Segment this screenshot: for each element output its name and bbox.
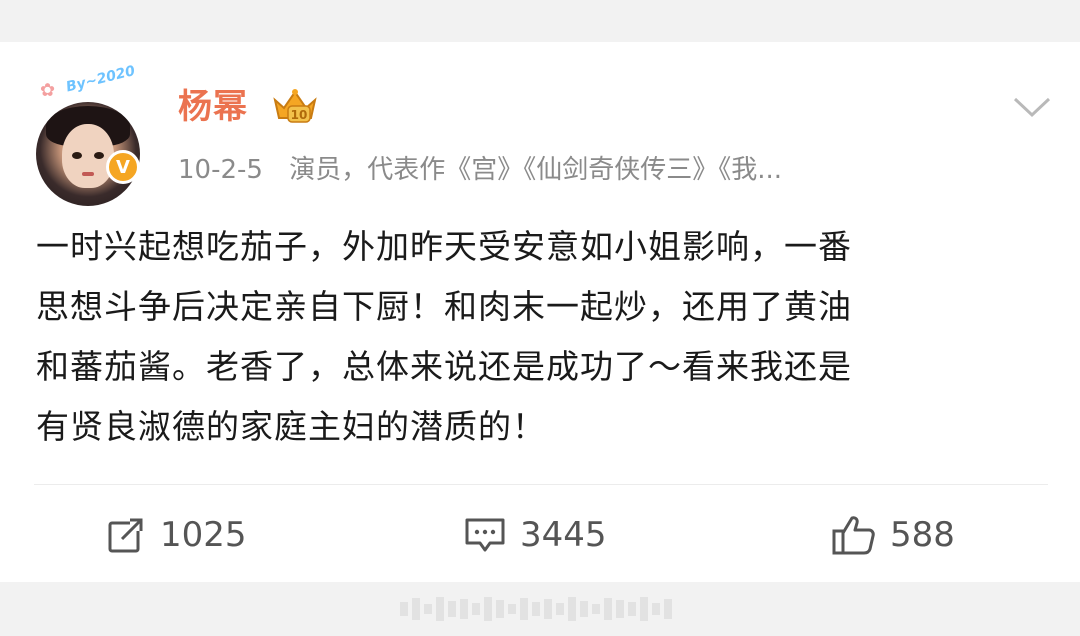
svg-text:10: 10	[291, 108, 308, 122]
thumbs-up-icon	[832, 516, 875, 555]
comment-count: 3445	[520, 515, 607, 555]
comment-button[interactable]: 3445	[464, 504, 607, 566]
avatar-eye	[72, 152, 82, 159]
flower-sticker-icon: ✿	[40, 80, 56, 101]
post-content-line: 思想斗争后决定亲自下厨！和肉末一起炒，还用了黄油	[36, 287, 852, 326]
comment-icon	[465, 518, 505, 552]
divider	[34, 484, 1048, 485]
like-count: 588	[890, 515, 955, 555]
post-content: 一时兴起想吃茄子，外加昨天受安意如小姐影响，一番 思想斗争后决定亲自下厨！和肉末…	[36, 217, 1036, 457]
like-button[interactable]: 588	[832, 504, 955, 566]
crown-icon: 10	[273, 89, 317, 123]
post-date[interactable]: 10-2-5	[178, 155, 263, 185]
verified-badge: V	[106, 150, 140, 184]
username[interactable]: 杨幂	[178, 84, 248, 130]
watermark	[400, 596, 680, 622]
avatar-eye	[94, 152, 104, 159]
avatar-mouth	[82, 172, 94, 176]
chevron-down-icon[interactable]	[1012, 94, 1052, 120]
post-content-line: 和蕃茄酱。老香了，总体来说还是成功了～看来我还是	[36, 347, 852, 386]
user-bio: 演员，代表作《宫》《仙剑奇侠传三》《我...	[289, 155, 782, 185]
top-strip	[0, 0, 1080, 42]
post-meta: 10-2-5 演员，代表作《宫》《仙剑奇侠传三》《我...	[178, 150, 782, 190]
avatar-face	[62, 124, 114, 188]
repost-button[interactable]: 1025	[106, 504, 247, 566]
post-content-line: 有贤良淑德的家庭主妇的潜质的！	[36, 407, 546, 446]
repost-icon	[108, 517, 144, 553]
post-content-line: 一时兴起想吃茄子，外加昨天受安意如小姐影响，一番	[36, 227, 852, 266]
repost-count: 1025	[160, 515, 247, 555]
